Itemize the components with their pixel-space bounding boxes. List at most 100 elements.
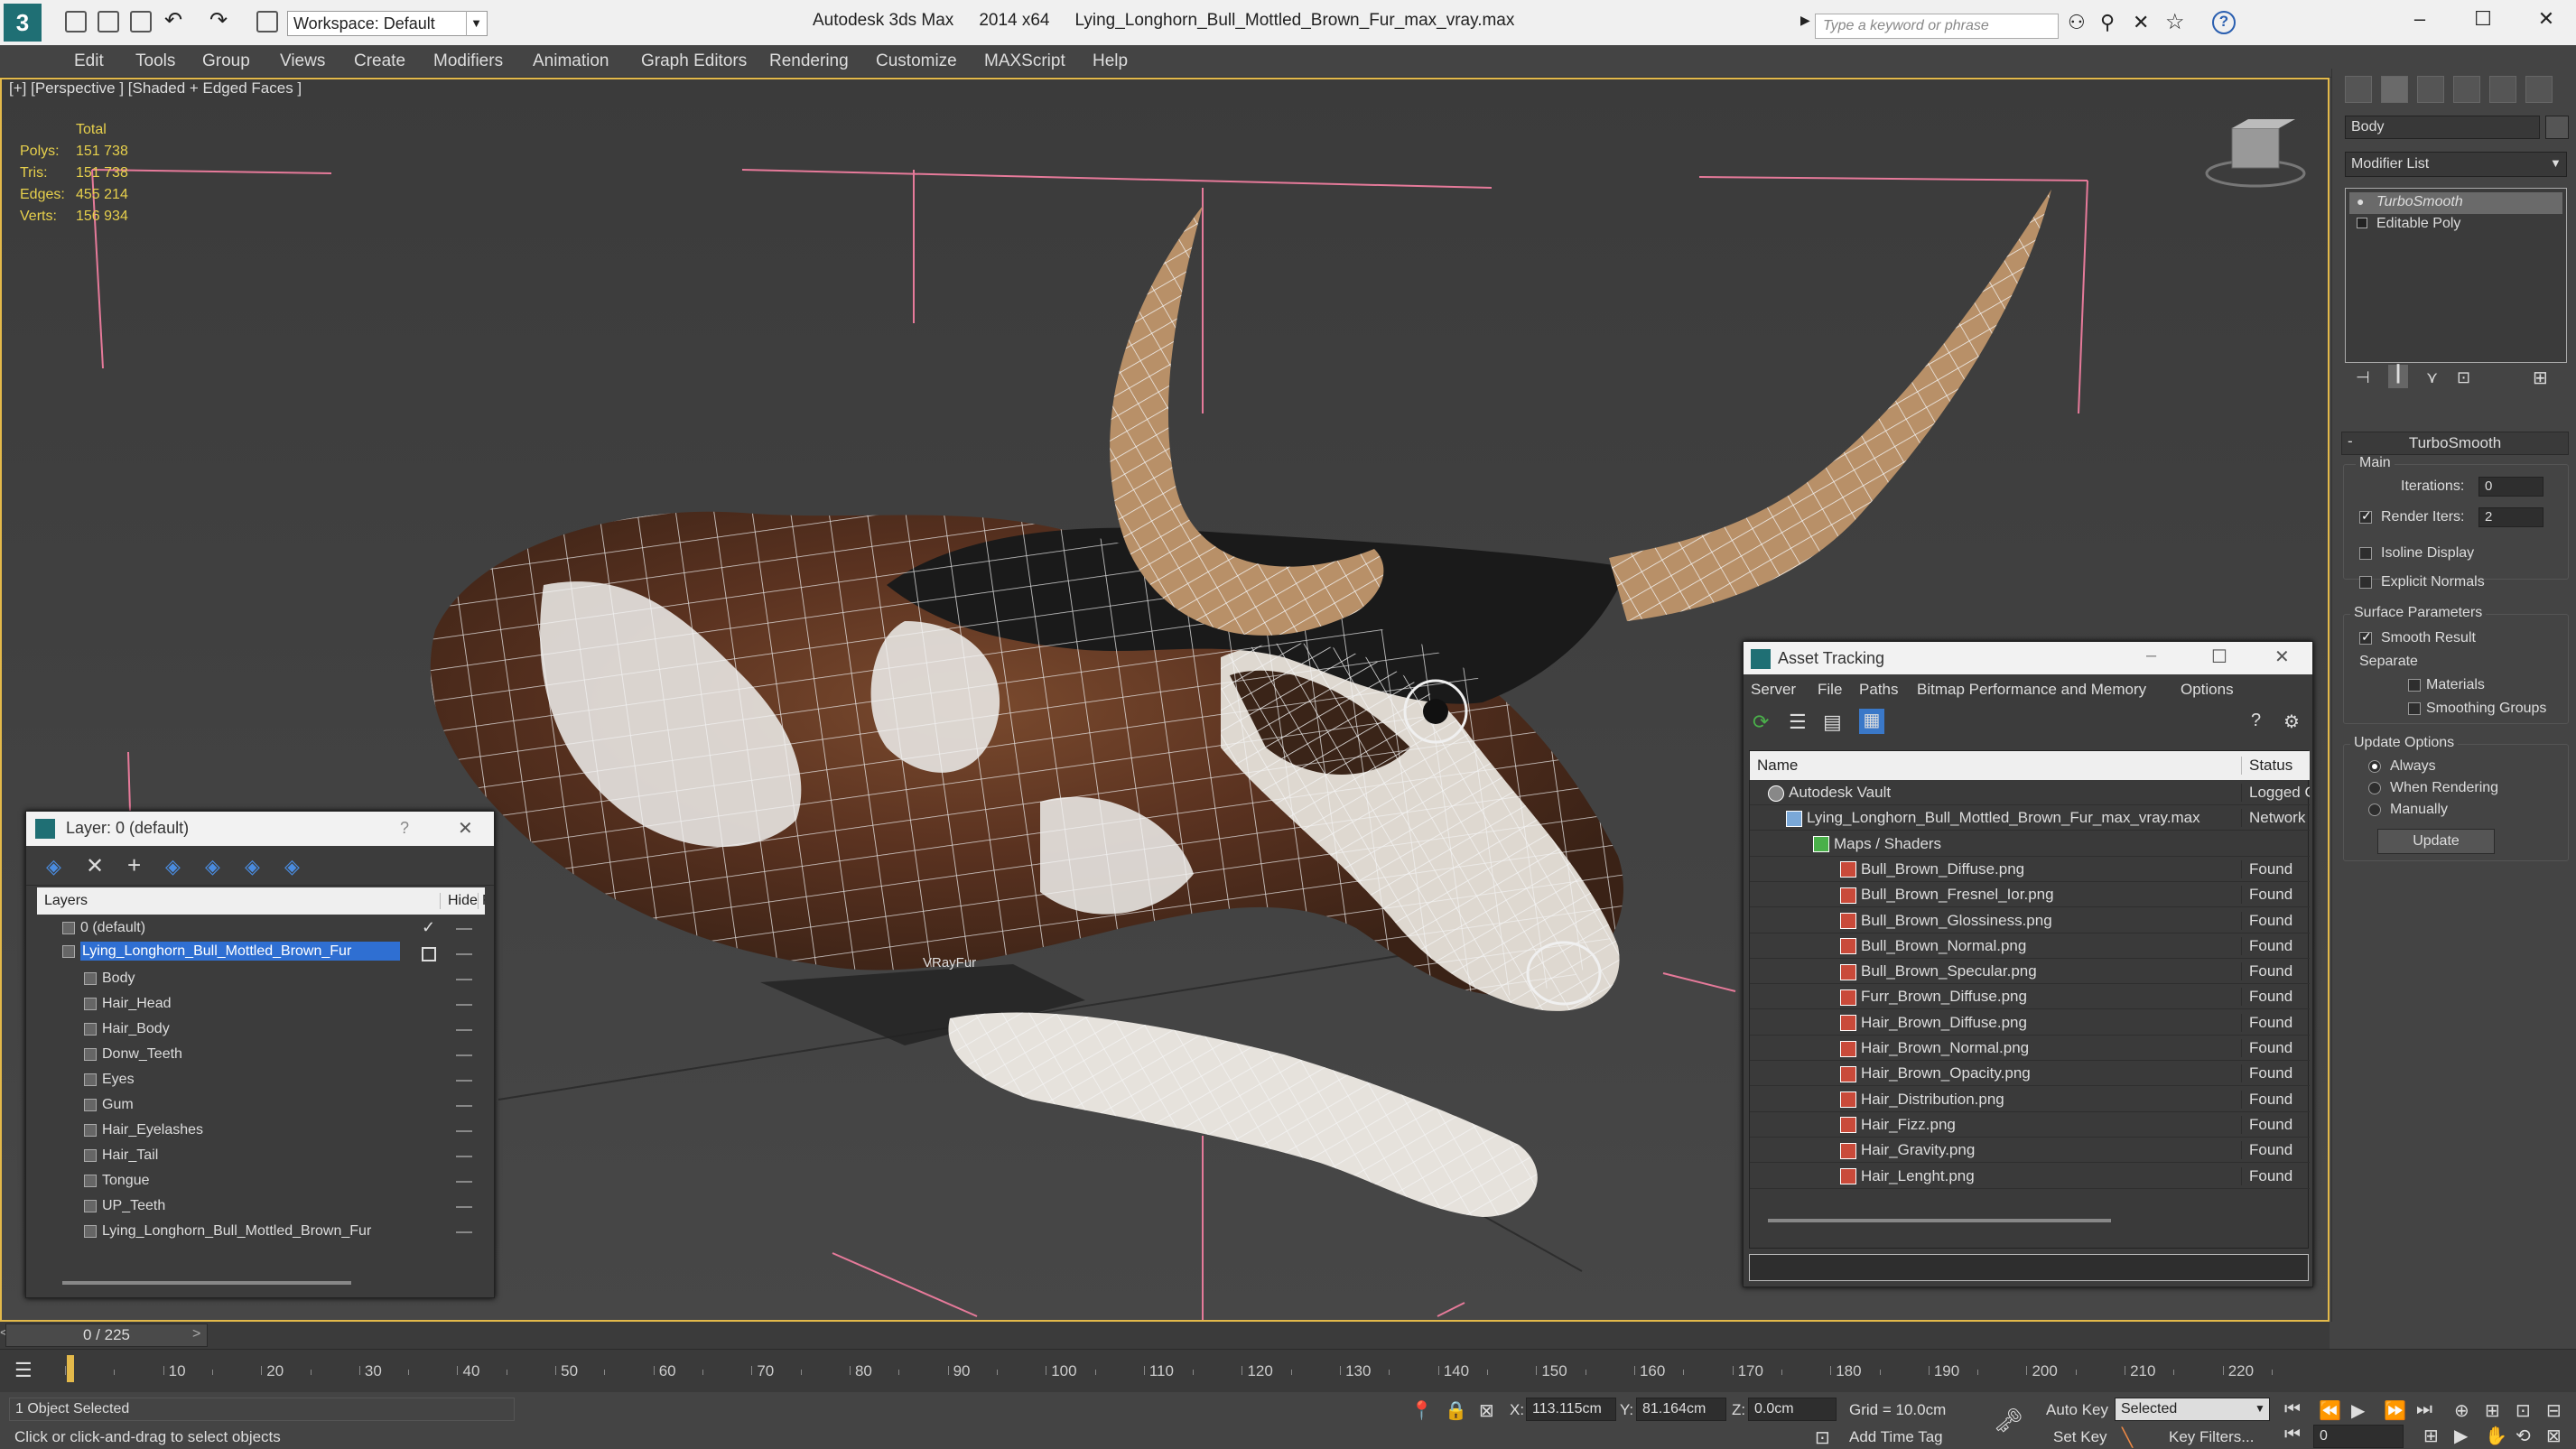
stack-item-editable-poly[interactable]: Editable Poly [2349,214,2562,236]
object-color-swatch[interactable] [2545,116,2569,139]
asset-row[interactable]: Hair_Distribution.png Found [1750,1087,2310,1112]
always-radio[interactable] [2368,760,2381,773]
close-icon[interactable]: ✕ [458,817,473,840]
help-icon[interactable]: ? [2212,11,2236,34]
key-filters-button[interactable]: Key Filters... [2169,1428,2254,1446]
update-button[interactable]: Update [2377,829,2495,854]
asset-menu-paths[interactable]: Paths [1859,681,1898,699]
new-file-icon[interactable] [65,11,87,33]
menu-rendering[interactable]: Rendering [769,51,849,71]
layer-row-bull[interactable]: Lying_Longhorn_Bull_Mottled_Brown_Fur [37,942,485,967]
when-rendering-radio[interactable] [2368,782,2381,794]
field-of-view-icon[interactable]: ▶ [2454,1425,2468,1447]
pin-stack-icon[interactable]: ⊣ [2356,368,2370,387]
layer-row-bull-object[interactable]: Lying_Longhorn_Bull_Mottled_Brown_Fur [37,1220,485,1245]
asset-menu-options[interactable]: Options [2181,681,2234,699]
viewcube-icon[interactable] [2205,119,2306,188]
layer-row-hair-tail[interactable]: Hair_Tail [37,1144,485,1169]
close-button[interactable]: ✕ [2528,7,2564,31]
z-coordinate-field[interactable]: 0.0cm [1748,1398,1837,1421]
chevron-down-icon[interactable]: ▼ [2550,156,2562,170]
key-mode-dropdown[interactable]: Selected ▼ [2115,1398,2270,1421]
menu-tools[interactable]: Tools [135,51,175,71]
layer-window-titlebar[interactable]: Layer: 0 (default) ? ✕ [26,812,494,846]
layer-row-tongue[interactable]: Tongue [37,1169,485,1194]
go-to-end-icon[interactable]: ⏭ [2416,1399,2432,1420]
frame-ruler[interactable]: 0102030405060708090100110120130140150160… [65,1350,2273,1393]
asset-row[interactable]: Hair_Gravity.png Found [1750,1138,2310,1164]
lightbulb-icon[interactable]: ● [2357,194,2364,209]
modifier-list-dropdown[interactable]: Modifier List ▼ [2345,152,2567,177]
hierarchy-tab-icon[interactable] [2417,76,2444,103]
layer-row-up-teeth[interactable]: UP_Teeth [37,1194,485,1220]
layer-row-hair-eyelashes[interactable]: Hair_Eyelashes [37,1119,485,1144]
pan-view-icon[interactable]: ✋ [2485,1425,2507,1447]
search-input[interactable]: Type a keyword or phrase [1815,14,2059,39]
set-key-icon[interactable]: ╲ [2122,1426,2133,1449]
add-time-tag-label[interactable]: Add Time Tag [1849,1428,1943,1446]
menu-group[interactable]: Group [202,51,250,71]
redo-icon[interactable]: ↷ [209,7,228,33]
table-view-icon[interactable]: ▦ [1859,709,1884,734]
maximize-toggle-icon[interactable]: ⊠ [2546,1425,2562,1447]
asset-row[interactable]: Bull_Brown_Fresnel_Ior.png Found [1750,882,2310,908]
configure-modifier-sets-icon[interactable]: ⊞ [2533,367,2548,389]
smooth-result-checkbox[interactable] [2359,629,2372,645]
asset-menu-bitmap[interactable]: Bitmap Performance and Memory [1917,681,2146,699]
y-coordinate-field[interactable]: 81.164cm [1636,1398,1726,1421]
asset-path-field[interactable] [1749,1254,2309,1281]
explicit-normals-checkbox[interactable] [2359,576,2372,589]
active-layer-check-icon[interactable]: ✓ [422,918,435,937]
menu-help[interactable]: Help [1093,51,1128,71]
modify-tab-icon[interactable] [2381,76,2408,103]
previous-frame-icon[interactable]: ⏪ [2319,1399,2341,1422]
asset-row[interactable]: Maps / Shaders [1750,831,2310,857]
column-layers[interactable]: Layers [44,893,88,909]
column-hide[interactable]: Hide [440,893,478,909]
create-tab-icon[interactable] [2345,76,2372,103]
list-view-icon[interactable]: ☰ [1789,711,1807,734]
thumbnail-view-icon[interactable]: ▤ [1823,711,1842,734]
asset-row[interactable]: Hair_Brown_Normal.png Found [1750,1036,2310,1061]
hide-all-icon[interactable]: ◈ [245,855,260,878]
menu-views[interactable]: Views [280,51,325,71]
show-end-result-icon[interactable]: ┃ [2388,365,2408,388]
maximize-viewport-icon[interactable]: ⊟ [2546,1399,2562,1422]
zoom-extents-icon[interactable]: ⊡ [2516,1399,2531,1422]
delete-layer-icon[interactable]: ✕ [86,853,104,879]
column-name[interactable]: Name [1757,757,1798,775]
asset-row[interactable]: Hair_Lenght.png Found [1750,1164,2310,1189]
add-to-layer-icon[interactable]: + [127,851,141,879]
set-key-button[interactable]: Set Key [2053,1428,2107,1446]
asset-row[interactable]: Bull_Brown_Specular.png Found [1750,959,2310,985]
freeze-all-icon[interactable]: ◈ [284,855,300,878]
layer-row-gum[interactable]: Gum [37,1093,485,1119]
column-status[interactable]: Status [2241,757,2310,775]
asset-row[interactable]: Hair_Fizz.png Found [1750,1112,2310,1138]
time-slider[interactable]: < 0 / 225 > [0,1322,2330,1349]
menu-maxscript[interactable]: MAXScript [984,51,1065,71]
zoom-icon[interactable]: ⊕ [2454,1399,2469,1422]
track-bar[interactable]: ☰ 01020304050607080901001101201301401501… [0,1349,2576,1392]
workspace-dropdown[interactable]: Workspace: Default [287,11,488,36]
maxscript-listener-icon[interactable]: 📍 [1410,1399,1433,1422]
iterations-spinner[interactable]: 0 [2478,477,2543,497]
auto-key-button[interactable]: Auto Key [2046,1401,2108,1419]
asset-row[interactable]: Bull_Brown_Diffuse.png Found [1750,857,2310,882]
go-to-start-icon[interactable]: ⏮ [2284,1399,2301,1420]
utilities-tab-icon[interactable] [2525,76,2553,103]
minimize-button[interactable]: – [2402,7,2438,31]
time-config-icon[interactable]: ⊞ [2423,1425,2439,1447]
orbit-icon[interactable]: ⟲ [2516,1425,2531,1447]
asset-row[interactable]: Bull_Brown_Glossiness.png Found [1750,908,2310,933]
lock-selection-icon[interactable]: 🔒 [1445,1399,1467,1422]
binoculars-icon[interactable]: ⚇ [2068,11,2086,34]
add-time-tag-icon[interactable]: ⊡ [1815,1426,1830,1449]
absolute-mode-icon[interactable]: ⊠ [1479,1399,1494,1422]
zoom-all-icon[interactable]: ⊞ [2485,1399,2500,1422]
asset-row[interactable]: Lying_Longhorn_Bull_Mottled_Brown_Fur_ma… [1750,805,2310,831]
mini-curve-editor-icon[interactable]: ☰ [14,1359,33,1382]
stack-item-turbosmooth[interactable]: ● TurboSmooth [2349,192,2562,214]
search-expand-icon[interactable]: ▶ [1800,13,1810,28]
render-iters-checkbox[interactable] [2359,508,2372,524]
